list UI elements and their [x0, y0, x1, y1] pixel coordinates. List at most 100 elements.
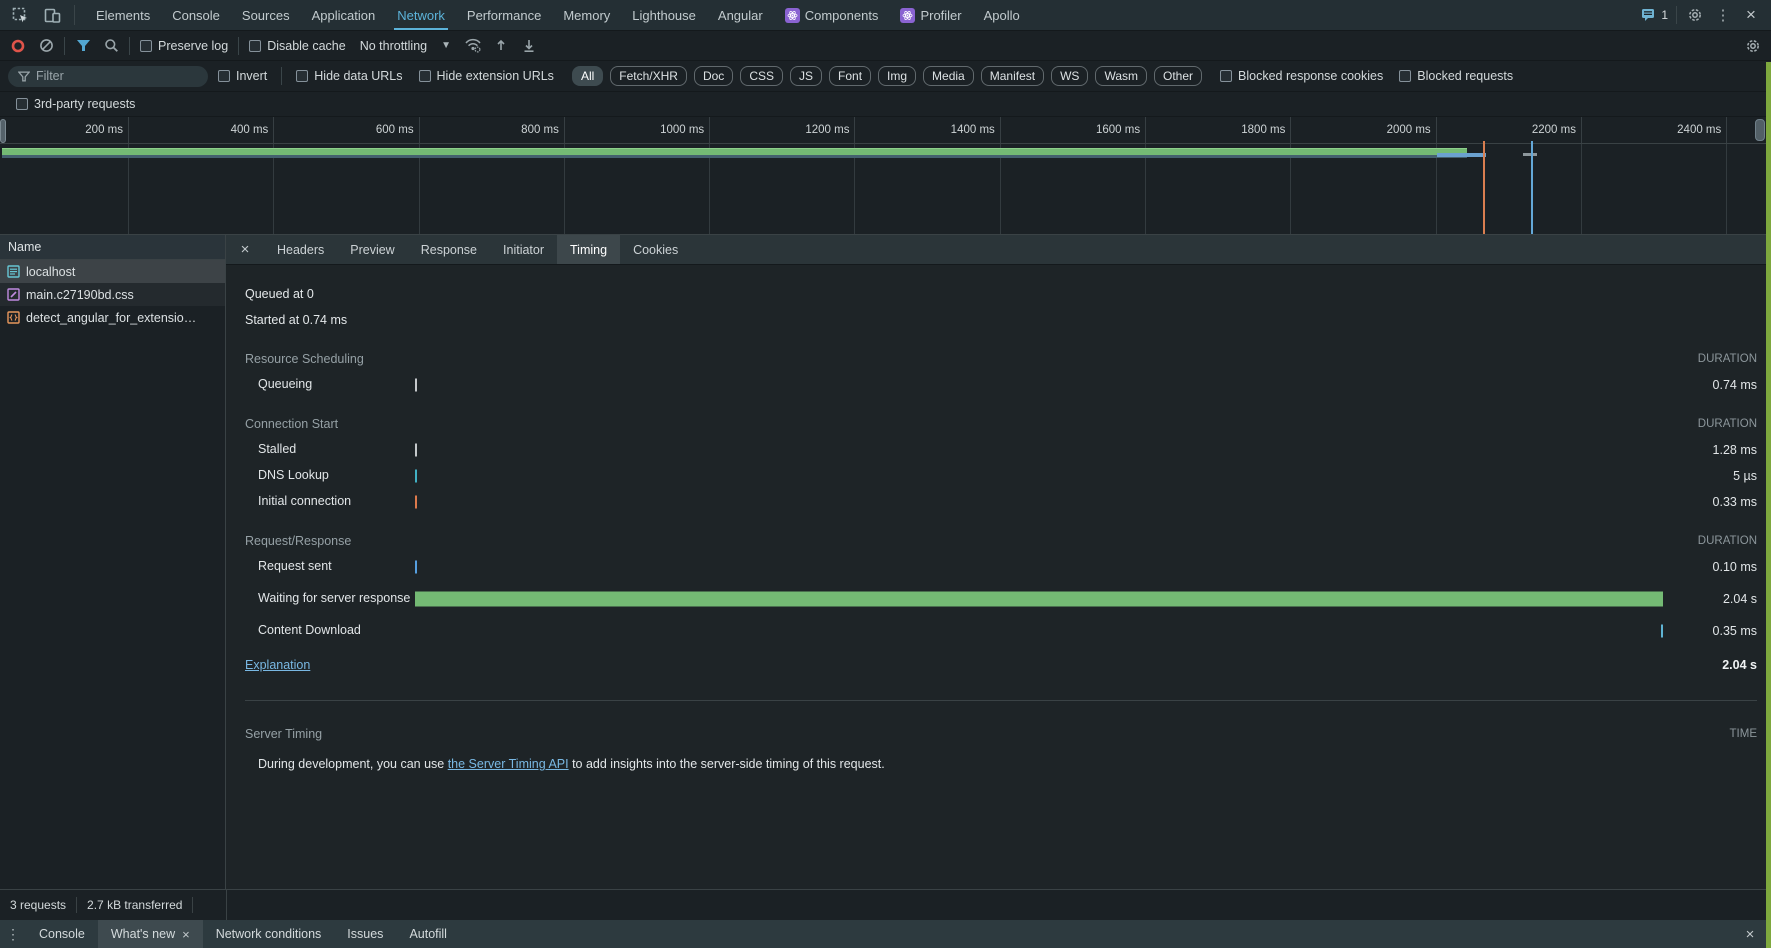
tab-elements[interactable]: Elements: [85, 0, 161, 30]
scrollbar-thumb[interactable]: [1755, 119, 1765, 141]
filter-toggle-icon[interactable]: [69, 33, 97, 59]
timing-section-header: Connection StartDURATION: [245, 411, 1757, 437]
tab-lighthouse[interactable]: Lighthouse: [621, 0, 707, 30]
timing-phase-duration: 1.28 ms: [1665, 443, 1757, 457]
import-har-icon[interactable]: [487, 33, 515, 59]
kebab-menu-icon[interactable]: ⋮: [1709, 2, 1737, 28]
funnel-icon: [18, 71, 30, 82]
timing-row: Stalled1.28 ms: [245, 437, 1757, 463]
filter-chip-media[interactable]: Media: [923, 66, 974, 86]
filter-chip-all[interactable]: All: [572, 66, 603, 86]
filter-chip-font[interactable]: Font: [829, 66, 871, 86]
hide-data-urls-checkbox[interactable]: Hide data URLs: [290, 69, 408, 83]
preserve-log-checkbox[interactable]: Preserve log: [134, 39, 234, 53]
request-row[interactable]: main.c27190bd.css: [0, 283, 225, 306]
checkbox[interactable]: [218, 70, 230, 82]
detail-tab-headers[interactable]: Headers: [264, 235, 337, 264]
tab-network[interactable]: Network: [386, 0, 456, 30]
server-timing-header: Server Timing TIME: [245, 727, 1757, 741]
tab-apollo[interactable]: Apollo: [973, 0, 1031, 30]
settings-gear-icon[interactable]: [1681, 2, 1709, 28]
detail-tab-initiator[interactable]: Initiator: [490, 235, 557, 264]
inspect-element-icon[interactable]: [6, 2, 34, 28]
hide-extension-urls-checkbox[interactable]: Hide extension URLs: [413, 69, 560, 83]
explanation-link[interactable]: Explanation: [245, 658, 310, 672]
checkbox[interactable]: [249, 40, 261, 52]
drawer-menu-icon[interactable]: ⋮: [0, 920, 26, 948]
timing-phase-duration: 0.74 ms: [1665, 378, 1757, 392]
tab-console[interactable]: Console: [161, 0, 231, 30]
drawer-tab-issues[interactable]: Issues: [334, 920, 396, 948]
filter-chip-doc[interactable]: Doc: [694, 66, 733, 86]
tab-components[interactable]: Components: [774, 0, 890, 30]
checkbox[interactable]: [140, 40, 152, 52]
overview-left-handle[interactable]: [0, 119, 6, 143]
detail-tab-timing[interactable]: Timing: [557, 235, 620, 264]
filter-chip-css[interactable]: CSS: [740, 66, 783, 86]
record-network-log-icon[interactable]: [4, 33, 32, 59]
server-timing-api-link[interactable]: the Server Timing API: [448, 757, 569, 771]
name-column-header[interactable]: Name: [0, 235, 225, 260]
overview-request-bar[interactable]: [2, 148, 1467, 155]
filter-chip-wasm[interactable]: Wasm: [1095, 66, 1147, 86]
close-devtools-icon[interactable]: ×: [1737, 2, 1765, 28]
drawer-tab-label: Autofill: [409, 927, 447, 941]
blocked-response-cookies-checkbox[interactable]: Blocked response cookies: [1214, 69, 1389, 83]
ruler-tick: 1200 ms: [710, 117, 855, 143]
tab-profiler[interactable]: Profiler: [889, 0, 972, 30]
drawer-tab-autofill[interactable]: Autofill: [396, 920, 460, 948]
filter-chip-other[interactable]: Other: [1154, 66, 1202, 86]
device-toolbar-icon[interactable]: [38, 2, 66, 28]
search-icon[interactable]: [97, 33, 125, 59]
close-drawer-icon[interactable]: ×: [1737, 920, 1763, 948]
blocked-requests-checkbox[interactable]: Blocked requests: [1393, 69, 1519, 83]
tab-performance[interactable]: Performance: [456, 0, 552, 30]
checkbox[interactable]: [296, 70, 308, 82]
request-name: main.c27190bd.css: [26, 288, 134, 302]
issues-counter-icon[interactable]: 1: [1637, 2, 1672, 28]
timing-phase-bar: [415, 592, 1663, 607]
drawer-tab-console[interactable]: Console: [26, 920, 98, 948]
tab-angular[interactable]: Angular: [707, 0, 774, 30]
filter-chip-fetch-xhr[interactable]: Fetch/XHR: [610, 66, 687, 86]
filter-chip-ws[interactable]: WS: [1051, 66, 1088, 86]
checkbox[interactable]: [419, 70, 431, 82]
ruler-tick: 200 ms: [0, 117, 129, 143]
tab-application[interactable]: Application: [301, 0, 387, 30]
filter-input-pill[interactable]: [8, 66, 208, 87]
request-row[interactable]: detect_angular_for_extensio…: [0, 306, 225, 329]
third-party-requests-checkbox[interactable]: 3rd-party requests: [10, 97, 141, 111]
tab-sources[interactable]: Sources: [231, 0, 301, 30]
invert-checkbox[interactable]: Invert: [212, 69, 273, 83]
filter-chip-js[interactable]: JS: [790, 66, 822, 86]
detail-tab-response[interactable]: Response: [408, 235, 490, 264]
network-overview[interactable]: 200 ms400 ms600 ms800 ms1000 ms1200 ms14…: [0, 117, 1771, 235]
overview-tertiary-bar: [1523, 153, 1538, 156]
detail-tab-cookies[interactable]: Cookies: [620, 235, 691, 264]
detail-tab-preview[interactable]: Preview: [337, 235, 407, 264]
export-har-icon[interactable]: [515, 33, 543, 59]
close-tab-icon[interactable]: ×: [182, 927, 190, 942]
checkbox[interactable]: [16, 98, 28, 110]
filter-input[interactable]: [36, 69, 176, 83]
tab-memory[interactable]: Memory: [552, 0, 621, 30]
clear-network-log-icon[interactable]: [32, 33, 60, 59]
ruler-tick: 2200 ms: [1437, 117, 1582, 143]
drawer-tab-network-conditions[interactable]: Network conditions: [203, 920, 335, 948]
filter-chip-img[interactable]: Img: [878, 66, 916, 86]
disable-cache-checkbox[interactable]: Disable cache: [243, 39, 352, 53]
request-row[interactable]: localhost: [0, 260, 225, 283]
divider: [281, 67, 282, 85]
network-settings-gear-icon[interactable]: [1739, 33, 1767, 59]
checkbox[interactable]: [1399, 70, 1411, 82]
network-conditions-icon[interactable]: [459, 33, 487, 59]
close-detail-icon[interactable]: ×: [226, 235, 264, 264]
checkbox[interactable]: [1220, 70, 1232, 82]
drawer-tab-what-s-new[interactable]: What's new×: [98, 920, 203, 948]
timing-phase-duration: 0.33 ms: [1665, 495, 1757, 509]
page-edge-strip: [1766, 62, 1771, 948]
throttling-select[interactable]: No throttling ▼: [352, 39, 459, 53]
queued-at-line: Queued at 0: [245, 281, 1757, 307]
filter-chip-manifest[interactable]: Manifest: [981, 66, 1044, 86]
drawer-tab-label: Console: [39, 927, 85, 941]
